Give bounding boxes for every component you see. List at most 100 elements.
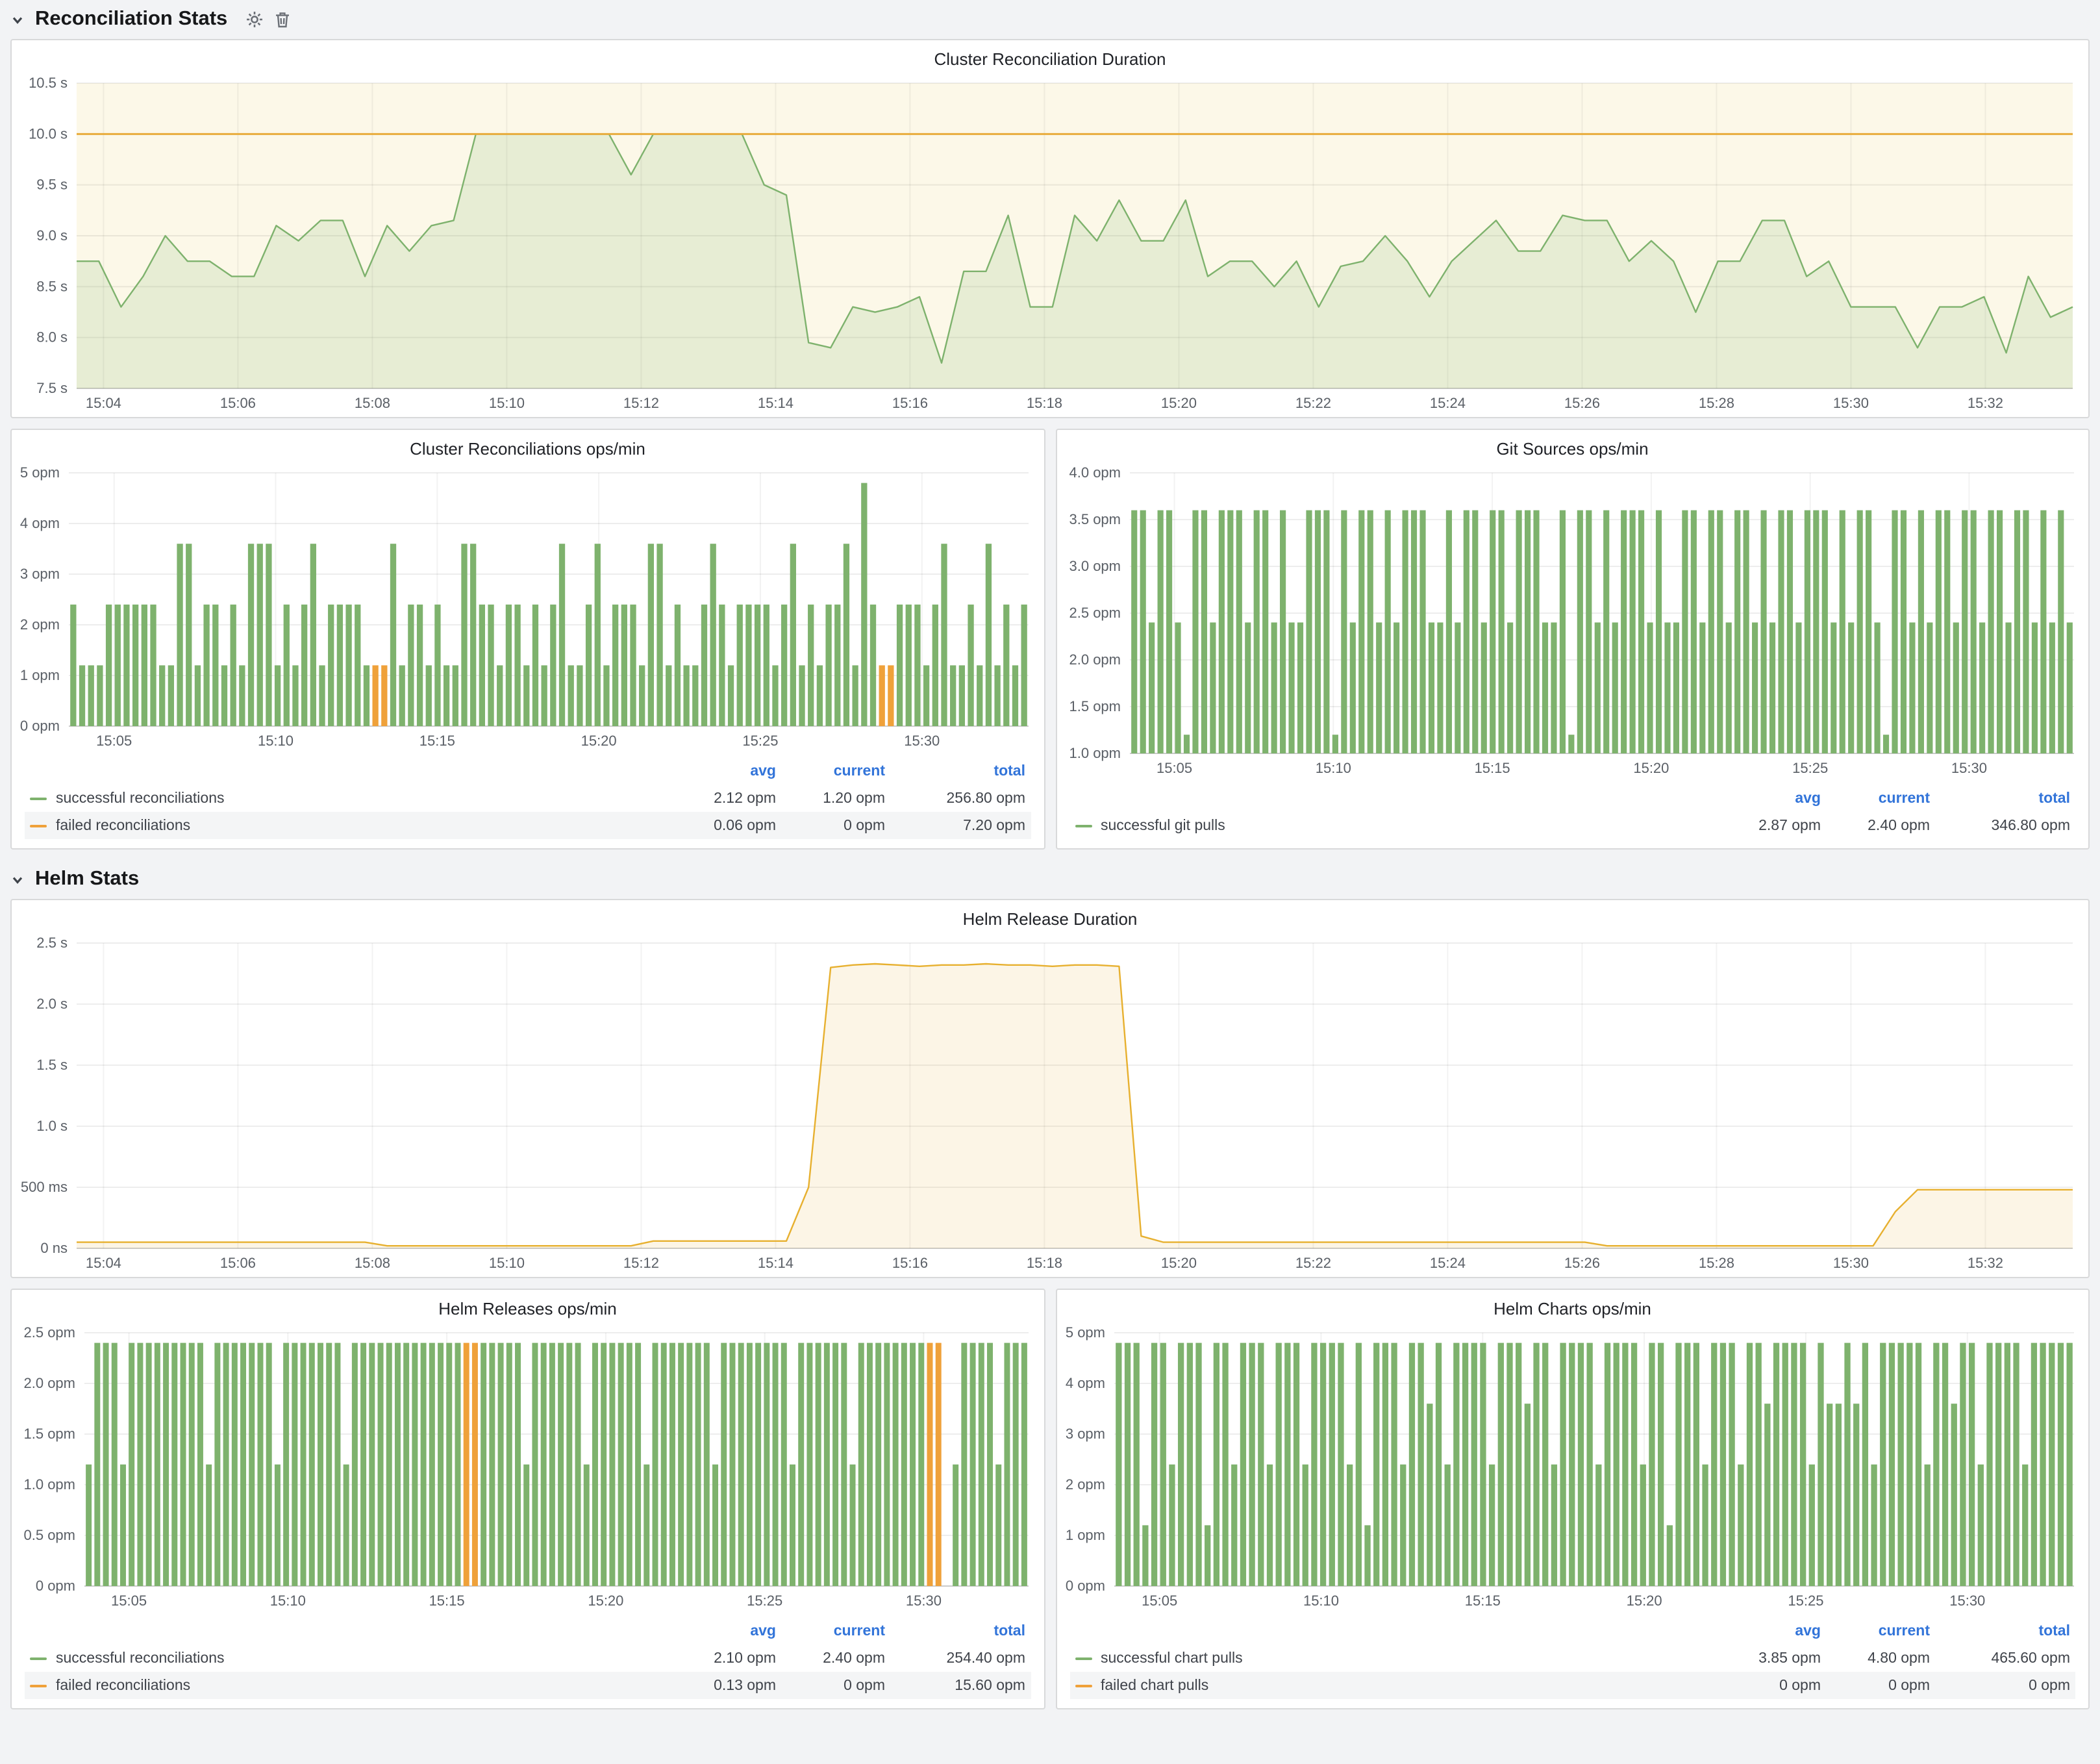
legend-series-name: successful reconciliations [56, 790, 225, 806]
section-header-helm-stats[interactable]: Helm Stats [10, 860, 2090, 899]
legend-helm-releases: avgcurrenttotal successful reconciliation… [12, 1615, 1044, 1708]
legend-row: successful git pulls2.87 opm2.40 opm346.… [1069, 812, 2075, 839]
legend-git-sources: avgcurrenttotal successful git pulls2.87 … [1056, 782, 2088, 848]
svg-text:1 opm: 1 opm [20, 667, 60, 683]
svg-text:15:20: 15:20 [588, 1593, 623, 1609]
legend-value-current: 0 opm [1821, 1678, 1930, 1693]
legend-value-avg: 0.13 opm [662, 1678, 776, 1693]
svg-text:15:28: 15:28 [1699, 395, 1734, 411]
legend-series-label[interactable]: failed reconciliations [30, 1678, 662, 1693]
panel-title-git-sources-opm[interactable]: Git Sources ops/min [1056, 430, 2088, 462]
legend-series-color-icon [1075, 1684, 1092, 1687]
legend-value-current: 2.40 opm [776, 1650, 885, 1666]
legend-header-total[interactable]: total [885, 763, 1025, 779]
legend-series-name: successful git pulls [1101, 818, 1225, 833]
legend-helm-charts: avgcurrenttotalsuccessful chart pulls3.8… [1056, 1615, 2088, 1708]
svg-text:15:25: 15:25 [1792, 760, 1827, 776]
panel-title-helm-charts-opm[interactable]: Helm Charts ops/min [1056, 1290, 2088, 1322]
legend-row: failed reconciliations0.06 opm0 opm7.20 … [25, 812, 1031, 839]
chevron-down-icon[interactable] [10, 872, 25, 887]
svg-text:4 opm: 4 opm [20, 515, 60, 531]
svg-text:0.5 opm: 0.5 opm [24, 1527, 76, 1543]
svg-text:15:20: 15:20 [1161, 1255, 1197, 1271]
svg-text:1.0 opm: 1.0 opm [24, 1476, 76, 1493]
chart-cluster-reconciliation-duration[interactable]: 7.5 s8.0 s8.5 s9.0 s9.5 s10.0 s10.5 s15:… [12, 73, 2088, 417]
legend-header-row: avgcurrenttotal [25, 1617, 1031, 1644]
legend-header-total[interactable]: total [885, 1623, 1025, 1639]
legend-series-label[interactable]: successful reconciliations [30, 790, 662, 806]
svg-text:8.0 s: 8.0 s [36, 329, 68, 346]
legend-value-current: 4.80 opm [1821, 1650, 1930, 1666]
legend-value-avg: 0.06 opm [662, 818, 776, 833]
svg-text:15:15: 15:15 [429, 1593, 465, 1609]
legend-series-label[interactable]: successful chart pulls [1075, 1650, 1706, 1666]
gear-icon[interactable] [245, 10, 264, 29]
svg-text:15:10: 15:10 [270, 1593, 306, 1609]
panel-git-sources-opm: Git Sources ops/min 1.0 opm1.5 opm2.0 op… [1055, 429, 2090, 850]
svg-text:7.5 s: 7.5 s [36, 380, 68, 396]
legend-header-total[interactable]: total [1930, 790, 2070, 806]
panel-helm-releases-opm: Helm Releases ops/min 0 opm 0.5 opm 1.0 op… [10, 1289, 1045, 1709]
legend-header-total[interactable]: total [1930, 1623, 2070, 1639]
legend-value-avg: 2.12 opm [662, 790, 776, 806]
legend-header-current[interactable]: current [1821, 1623, 1930, 1639]
legend-value-total: 346.80 opm [1930, 818, 2070, 833]
svg-text:5 opm: 5 opm [1065, 1324, 1105, 1341]
svg-text:15:14: 15:14 [758, 395, 794, 411]
svg-text:15:30: 15:30 [904, 733, 940, 749]
legend-header-avg[interactable]: avg [662, 1623, 776, 1639]
svg-text:5 opm: 5 opm [20, 464, 60, 481]
legend-header-avg[interactable]: avg [662, 763, 776, 779]
svg-text:0 opm: 0 opm [36, 1578, 75, 1594]
section-header-reconciliation-stats[interactable]: Reconciliation Stats [10, 0, 2090, 39]
legend-header-current[interactable]: current [776, 1623, 885, 1639]
legend-series-label[interactable]: successful git pulls [1075, 818, 1706, 833]
svg-text:0 ns: 0 ns [40, 1240, 68, 1256]
svg-text:15:25: 15:25 [1787, 1593, 1823, 1609]
chevron-down-icon[interactable] [10, 12, 25, 27]
legend-header-avg[interactable]: avg [1706, 1623, 1821, 1639]
svg-text:15:30: 15:30 [1833, 395, 1869, 411]
chart-helm-releases-opm[interactable]: 0 opm0.5 opm1.0 opm1.5 opm2.0 opm2.5 opm… [12, 1322, 1044, 1615]
legend-series-label[interactable]: successful reconciliations [30, 1650, 662, 1666]
svg-text:15:06: 15:06 [220, 395, 256, 411]
legend-value-current: 0 opm [776, 818, 885, 833]
svg-text:15:24: 15:24 [1430, 395, 1466, 411]
legend-header-avg[interactable]: avg [1706, 790, 1821, 806]
chart-helm-charts-opm[interactable]: 0 opm1 opm2 opm3 opm4 opm5 opm15:0515:10… [1056, 1322, 2088, 1615]
svg-text:15:05: 15:05 [111, 1593, 147, 1609]
panel-title-cluster-reconciliations-opm[interactable]: Cluster Reconciliations ops/min [12, 430, 1044, 462]
svg-text:15:30: 15:30 [906, 1593, 942, 1609]
svg-text:15:16: 15:16 [892, 1255, 928, 1271]
panel-cluster-reconciliations-opm: Cluster Reconciliations ops/min 0 opm 1 o… [10, 429, 1045, 850]
svg-text:15:10: 15:10 [489, 1255, 525, 1271]
svg-text:500 ms: 500 ms [21, 1179, 68, 1195]
svg-text:15:18: 15:18 [1027, 1255, 1062, 1271]
legend-value-total: 256.80 opm [885, 790, 1025, 806]
svg-text:15:05: 15:05 [1156, 760, 1192, 776]
legend-series-color-icon [1075, 824, 1092, 827]
chart-cluster-reconciliations-opm[interactable]: 0 opm1 opm2 opm3 opm4 opm5 opm15:0515:10… [12, 462, 1044, 755]
legend-series-label[interactable]: failed chart pulls [1075, 1678, 1706, 1693]
chart-git-sources-opm[interactable]: 1.0 opm1.5 opm2.0 opm2.5 opm3.0 opm3.5 o… [1056, 462, 2088, 782]
chart-helm-release-duration[interactable]: 0 ns500 ms1.0 s1.5 s2.0 s2.5 s15:0415:06… [12, 933, 2088, 1277]
panel-title-helm-release-duration[interactable]: Helm Release Duration [12, 900, 2088, 933]
legend-series-color-icon [30, 824, 47, 827]
legend-cluster-reconciliations: avgcurrenttotal successful reconciliation… [12, 755, 1044, 848]
svg-text:15:08: 15:08 [355, 1255, 390, 1271]
legend-header-current[interactable]: current [776, 763, 885, 779]
legend-value-total: 15.60 opm [885, 1678, 1025, 1693]
legend-series-label[interactable]: failed reconciliations [30, 818, 662, 833]
svg-text:15:04: 15:04 [86, 395, 121, 411]
panel-title-cluster-reconciliation-duration[interactable]: Cluster Reconciliation Duration [12, 40, 2088, 73]
svg-text:10.0 s: 10.0 s [29, 125, 68, 142]
panel-helm-release-duration: Helm Release Duration 0 ns500 ms1.0 s1.5… [10, 899, 2090, 1278]
legend-value-current: 2.40 opm [1821, 818, 1930, 833]
svg-text:15:26: 15:26 [1564, 395, 1600, 411]
trash-icon[interactable] [274, 10, 291, 29]
svg-text:15:05: 15:05 [96, 733, 132, 749]
legend-header-current[interactable]: current [1821, 790, 1930, 806]
legend-value-current: 1.20 opm [776, 790, 885, 806]
panel-title-helm-releases-opm[interactable]: Helm Releases ops/min [12, 1290, 1044, 1322]
svg-text:15:15: 15:15 [419, 733, 455, 749]
